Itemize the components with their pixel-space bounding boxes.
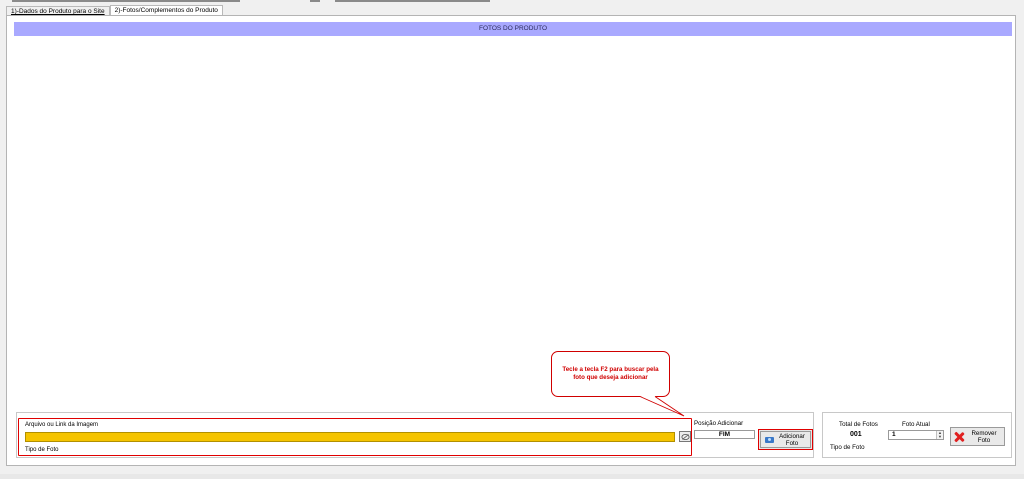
total-fotos-value: 001 bbox=[850, 431, 862, 438]
tipo-foto-label: Tipo de Foto bbox=[25, 447, 59, 453]
arquivo-label: Arquivo ou Link da Imagem bbox=[25, 422, 99, 428]
top-strip bbox=[0, 0, 1024, 2]
f2-hint-callout: Tecle a tecla F2 para buscar pela foto qu… bbox=[551, 351, 670, 397]
tab-panel-fotos: FOTOS DO PRODUTO Arquivo ou Link da Imag… bbox=[6, 15, 1016, 466]
callout-text: Tecle a tecla F2 para buscar pela foto qu… bbox=[562, 366, 659, 381]
tab-strip: 1)-Dados do Produto para o Site 2)-Fotos… bbox=[6, 5, 223, 16]
browse-button[interactable] bbox=[679, 431, 691, 442]
fotos-header: FOTOS DO PRODUTO bbox=[14, 22, 1012, 36]
adicionar-foto-button[interactable]: Adicionar Foto bbox=[758, 429, 813, 450]
foto-atual-label: Foto Atual bbox=[902, 421, 930, 428]
posicao-adicionar-label: Posição Adicionar bbox=[694, 420, 744, 427]
fotos-summary-group: Total de Fotos 001 Tipo de Foto Foto Atu… bbox=[822, 412, 1012, 458]
window: 1)-Dados do Produto para o Site 2)-Fotos… bbox=[0, 0, 1024, 479]
tab-dados-produto[interactable]: 1)-Dados do Produto para o Site bbox=[6, 6, 110, 15]
total-fotos-label: Total de Fotos bbox=[839, 421, 878, 428]
remover-foto-button[interactable]: Remover Foto bbox=[950, 427, 1005, 446]
browse-icon bbox=[681, 433, 689, 440]
red-x-icon bbox=[954, 432, 964, 442]
spin-arrows-icon[interactable]: ▲ ▼ bbox=[936, 431, 943, 439]
bottom-strip bbox=[0, 474, 1024, 479]
arquivo-input[interactable] bbox=[25, 432, 675, 442]
foto-atual-stepper[interactable]: 1 ▲ ▼ bbox=[888, 430, 944, 440]
adicionar-foto-label: Adicionar Foto bbox=[779, 432, 805, 447]
arquivo-group: Arquivo ou Link da Imagem Tipo de Foto bbox=[18, 418, 692, 456]
camera-icon bbox=[765, 436, 774, 443]
remover-foto-label: Remover Foto bbox=[971, 429, 997, 444]
tipo-foto-right-label: Tipo de Foto bbox=[830, 444, 865, 451]
posicao-adicionar-field[interactable]: FIM bbox=[694, 430, 755, 439]
